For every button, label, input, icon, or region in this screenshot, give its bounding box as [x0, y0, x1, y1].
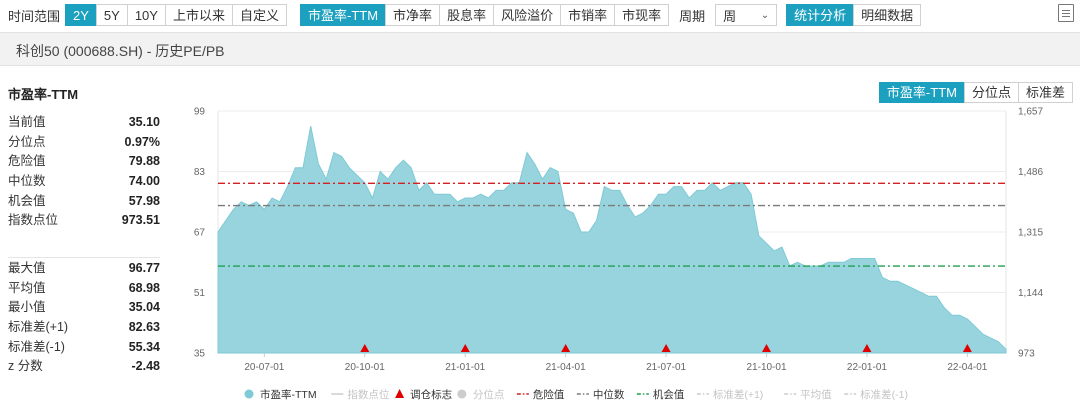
- y-right-tick-label: 1,315: [1018, 228, 1043, 239]
- y-right-tick-label: 1,657: [1018, 107, 1043, 118]
- x-tick-label: 20-07-01: [244, 362, 284, 373]
- x-tick-label: 21-01-01: [445, 362, 485, 373]
- pe-chart: 99 1,657 83 1,486 67 1,315 51 1,144 35 973 20-07-0…: [194, 107, 1044, 402]
- legend-label: 分位点: [473, 388, 505, 401]
- x-tick-label: 22-04-01: [947, 362, 987, 373]
- x-tick-label: 22-01-01: [847, 362, 887, 373]
- pe-area-series: [217, 126, 1007, 354]
- y-right-tick-label: 1,486: [1018, 167, 1043, 178]
- y-left-tick-label: 83: [194, 167, 206, 178]
- y-left-tick-label: 67: [194, 228, 206, 239]
- y-right-tick-label: 973: [1018, 349, 1035, 360]
- y-left-tick-label: 35: [194, 349, 206, 360]
- legend-label: 标准差(-1): [860, 388, 908, 401]
- legend-label: 调仓标志: [410, 388, 452, 401]
- x-tick-label: 21-10-01: [746, 362, 786, 373]
- legend-label: 中位数: [593, 388, 625, 401]
- legend-label: 市盈率-TTM: [260, 388, 317, 401]
- legend-label: 标准差(+1): [713, 388, 763, 401]
- y-left-tick-label: 51: [194, 288, 206, 299]
- y-left-tick-label: 99: [194, 107, 206, 118]
- legend-label: 平均值: [800, 388, 832, 401]
- legend-marker: [395, 389, 405, 398]
- x-tick-label: 21-04-01: [546, 362, 586, 373]
- x-tick-label: 21-07-01: [646, 362, 686, 373]
- y-right-tick-label: 1,144: [1018, 288, 1043, 299]
- legend-marker: [457, 389, 467, 399]
- legend-label: 危险值: [533, 388, 565, 401]
- legend-label: 指数点位: [347, 388, 389, 401]
- x-tick-label: 20-10-01: [345, 362, 385, 373]
- legend-marker: [244, 389, 254, 399]
- legend-label: 机会值: [653, 388, 685, 401]
